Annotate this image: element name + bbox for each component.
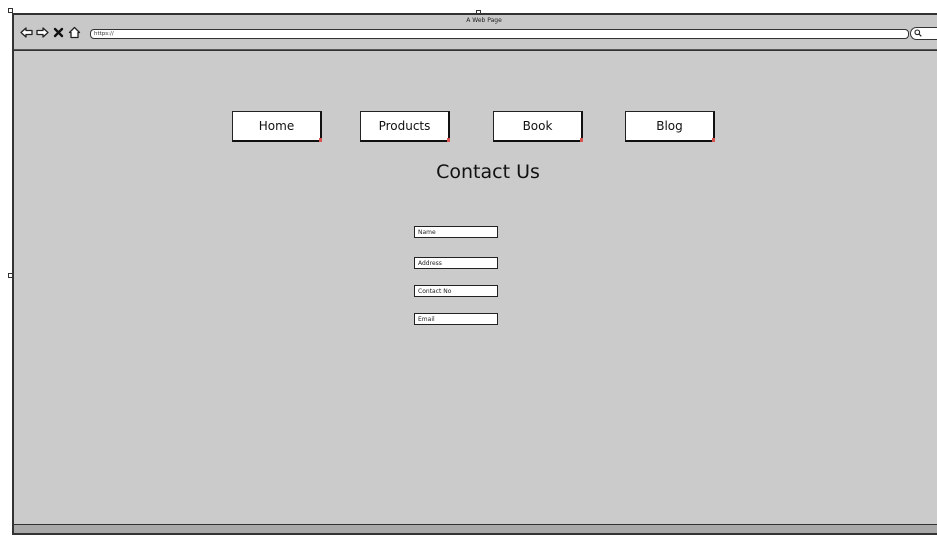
resize-corner-marker bbox=[580, 138, 583, 142]
nav-button-label: Home bbox=[258, 119, 295, 133]
nav-button-label: Products bbox=[378, 119, 431, 133]
browser-status-bar bbox=[14, 524, 937, 533]
browser-window: A Web Page https:// Home Products Book B… bbox=[12, 13, 937, 535]
email-field[interactable] bbox=[414, 313, 498, 325]
close-icon[interactable] bbox=[52, 24, 65, 38]
page-title: Contact Us bbox=[436, 161, 540, 183]
resize-corner-marker bbox=[447, 138, 450, 142]
content-divider bbox=[14, 49, 937, 50]
search-icon bbox=[914, 29, 922, 39]
address-bar[interactable]: https:// bbox=[90, 29, 909, 39]
wireframe-canvas: A Web Page https:// Home Products Book B… bbox=[0, 0, 937, 537]
name-field[interactable] bbox=[414, 226, 498, 238]
resize-corner-marker bbox=[712, 138, 715, 142]
nav-button-label: Book bbox=[522, 119, 553, 133]
contact-number-field[interactable] bbox=[414, 285, 498, 297]
window-title: A Web Page bbox=[466, 17, 502, 24]
forward-icon[interactable] bbox=[36, 24, 49, 38]
back-icon[interactable] bbox=[20, 24, 33, 38]
address-field[interactable] bbox=[414, 257, 498, 269]
nav-button-blog[interactable]: Blog bbox=[625, 111, 715, 142]
resize-corner-marker bbox=[319, 138, 322, 142]
browser-nav-icons bbox=[20, 24, 81, 39]
browser-search-box[interactable] bbox=[910, 27, 937, 40]
nav-button-label: Blog bbox=[656, 119, 683, 133]
nav-button-products[interactable]: Products bbox=[360, 111, 450, 142]
browser-toolbar: A Web Page https:// bbox=[14, 15, 937, 51]
nav-button-book[interactable]: Book bbox=[493, 111, 583, 142]
nav-button-home[interactable]: Home bbox=[232, 111, 322, 142]
home-icon[interactable] bbox=[68, 24, 81, 39]
